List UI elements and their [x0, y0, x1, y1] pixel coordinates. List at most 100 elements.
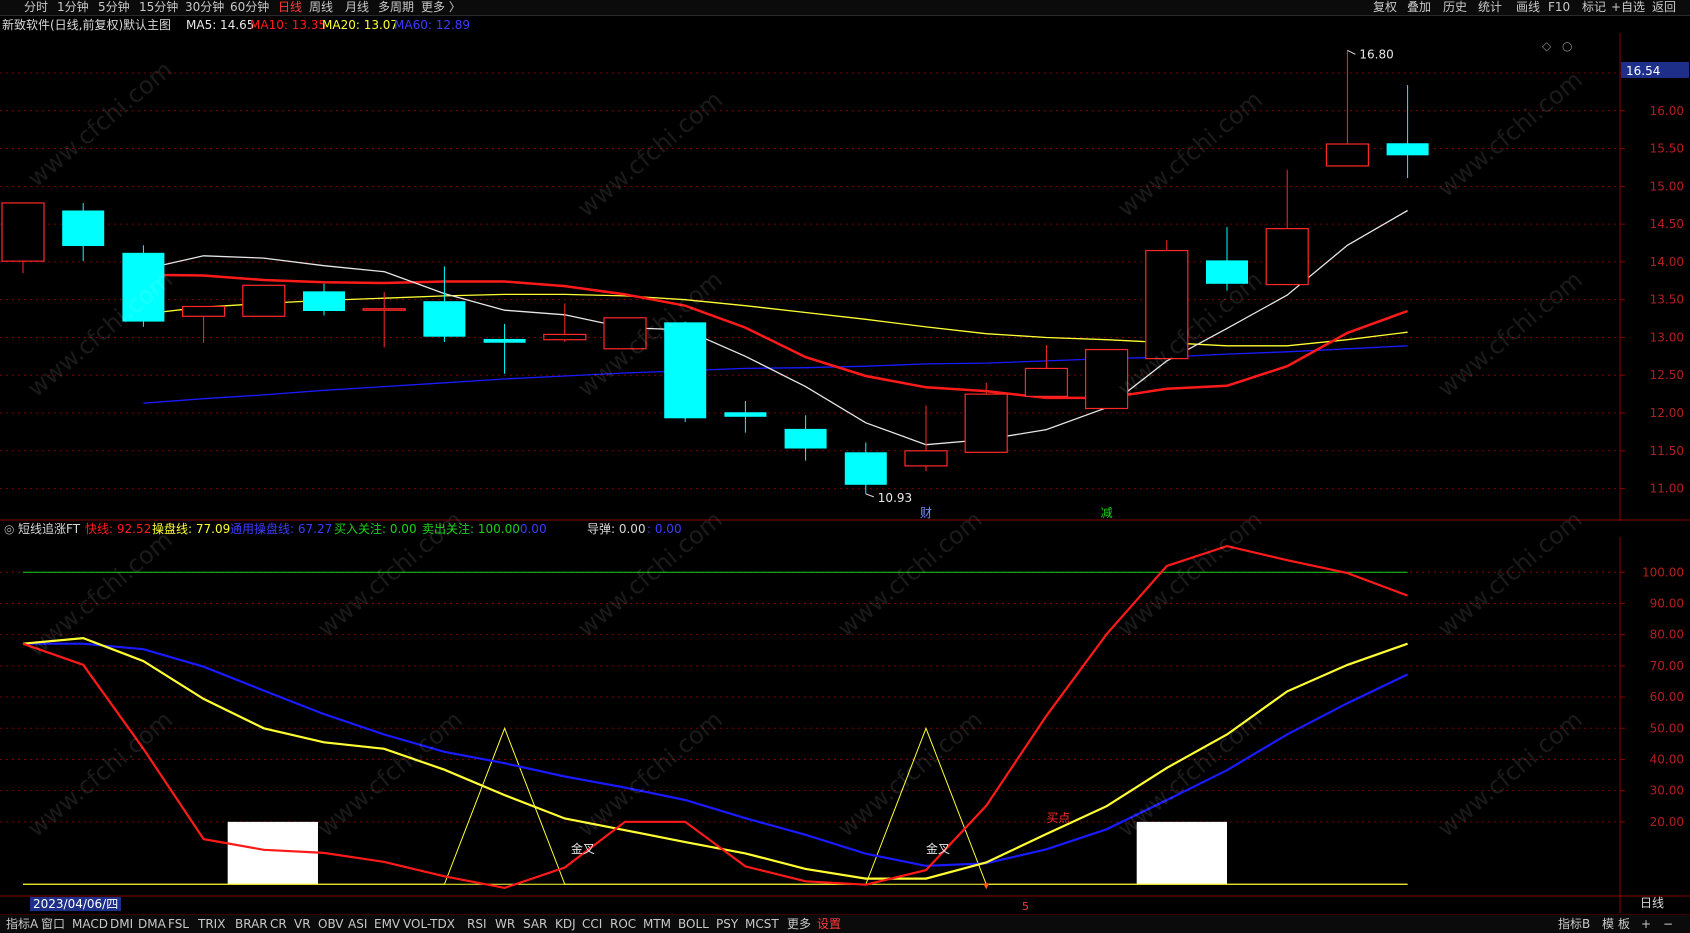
toolbar-item-2[interactable]: 历史	[1443, 0, 1467, 15]
candle	[122, 245, 165, 327]
bottom-right-item-3[interactable]: +	[1641, 916, 1651, 932]
event-marker-jian: 减	[1101, 506, 1113, 520]
indicator-tab-20[interactable]: MTM	[643, 916, 671, 932]
period-tab-10[interactable]: 更多 〉	[421, 0, 461, 15]
price-tick-label: 13.00	[1650, 330, 1684, 344]
price-tick-label: 14.50	[1650, 217, 1684, 231]
indicator-tab-8[interactable]: CR	[270, 916, 287, 932]
sell-watch-value: 卖出关注: 100.00	[422, 522, 520, 536]
candle	[603, 317, 647, 350]
indicator-tab-12[interactable]: EMV	[374, 916, 400, 932]
bottom-tab-bar: 指标A 窗口 MACD DMI DMA FSL TRIX BRAR CR VR OBV ASI EMV V…	[0, 914, 1690, 933]
bottom-right-item-0[interactable]: 指标B	[1558, 916, 1590, 932]
period-tab-6[interactable]: 日线	[278, 0, 302, 15]
extra-value-1: : 0.00	[512, 522, 547, 536]
candle-body	[964, 393, 1008, 453]
circle-icon: ○	[1562, 39, 1572, 53]
low-price-label: 10.93	[878, 491, 912, 505]
candle-body	[1386, 143, 1429, 156]
candle	[242, 284, 286, 317]
candle-body	[784, 428, 827, 449]
period-tab-5[interactable]: 60分钟	[230, 0, 269, 15]
period-tab-1[interactable]: 1分钟	[57, 0, 89, 15]
candle-body	[543, 333, 587, 341]
toolbar-item-5[interactable]: F10	[1548, 0, 1570, 15]
period-tab-0[interactable]: 分时	[24, 0, 48, 15]
price-tick-label: 15.00	[1650, 179, 1684, 193]
period-tab-9[interactable]: 多周期	[378, 0, 414, 15]
indicator-tab-0[interactable]: 指标A	[6, 916, 38, 932]
indicator-tab-13[interactable]: VOL-TDX	[403, 916, 455, 932]
bottom-right-item-4[interactable]: −	[1663, 916, 1673, 932]
candle	[1024, 345, 1069, 397]
ma5-line	[143, 209, 1408, 446]
high-price-label: 16.80	[1359, 47, 1393, 61]
candle	[303, 283, 345, 316]
diamond-icon: ◇	[1542, 39, 1552, 53]
candle-body	[62, 210, 105, 247]
indicator-tab-14[interactable]: RSI	[467, 916, 487, 932]
indicator-tab-6[interactable]: TRIX	[198, 916, 225, 932]
indicator-tab-22[interactable]: PSY	[716, 916, 738, 932]
toolbar-item-3[interactable]: 统计	[1478, 0, 1502, 15]
indicator-title[interactable]: 短线追涨FT	[18, 521, 80, 537]
indicator-tick-label: 30.00	[1650, 784, 1684, 798]
price-chart[interactable]: 16.5016.0015.5015.0014.5014.0013.5013.00…	[0, 33, 1690, 521]
toolbar-item-8[interactable]: 返回	[1652, 0, 1676, 15]
candle	[483, 323, 526, 374]
candle-body	[303, 291, 345, 312]
indicator-chart[interactable]: 100.00 90.00 80.00 70.00 60.00 50.00 40.00 30.0…	[0, 537, 1690, 913]
toolbar-item-4[interactable]: 画线	[1516, 0, 1540, 15]
ma60-value: MA60: 12.89	[394, 18, 471, 32]
period-label: 日线	[1640, 896, 1664, 910]
toolbar-item-6[interactable]: 标记	[1582, 0, 1606, 15]
toolbar-item-1[interactable]: 叠加	[1407, 0, 1431, 15]
period-tab-8[interactable]: 月线	[345, 0, 369, 15]
indicator-tab-17[interactable]: KDJ	[555, 916, 576, 932]
indicator-tab-10[interactable]: OBV	[318, 916, 344, 932]
indicator-tab-1[interactable]: 窗口	[41, 916, 65, 932]
indicator-tab-18[interactable]: CCI	[582, 916, 602, 932]
indicator-tab-5[interactable]: FSL	[168, 916, 189, 932]
indicator-tick-label: 70.00	[1650, 659, 1684, 673]
toolbar-item-0[interactable]: 复权	[1373, 0, 1397, 15]
indicator-tab-24[interactable]: 更多	[787, 916, 811, 932]
high-pointer	[1347, 49, 1356, 55]
indicator-tab-4[interactable]: DMA	[138, 916, 166, 932]
indicator-tab-25[interactable]: 设置	[817, 916, 841, 932]
candle-body	[724, 412, 767, 417]
indicator-tab-7[interactable]: BRAR	[235, 916, 268, 932]
period-tab-2[interactable]: 5分钟	[98, 0, 130, 15]
candle	[1206, 227, 1248, 291]
candle-body	[242, 284, 286, 317]
indicator-tab-3[interactable]: DMI	[110, 916, 133, 932]
price-tick-label: 14.00	[1650, 255, 1684, 269]
event-marker-cai: 财	[920, 506, 932, 520]
indicator-tab-2[interactable]: MACD	[72, 916, 108, 932]
price-tick-label: 11.50	[1650, 444, 1684, 458]
indicator-tab-19[interactable]: ROC	[610, 916, 636, 932]
indicator-tab-23[interactable]: MCST	[745, 916, 779, 932]
price-tick-label: 13.50	[1650, 293, 1684, 307]
candle	[844, 442, 887, 494]
indicator-tab-11[interactable]: ASI	[348, 916, 367, 932]
indicator-tab-15[interactable]: WR	[495, 916, 515, 932]
period-tab-4[interactable]: 30分钟	[185, 0, 224, 15]
template-name[interactable]: 默认主图	[123, 17, 171, 33]
indicator-tab-21[interactable]: BOLL	[678, 916, 709, 932]
indicator-tick-label: 90.00	[1650, 596, 1684, 610]
candle	[1145, 239, 1189, 360]
indicator-tab-9[interactable]: VR	[294, 916, 311, 932]
bottom-right-item-2[interactable]: 板	[1618, 916, 1630, 932]
price-tick-label: 15.50	[1650, 142, 1684, 156]
period-tab-3[interactable]: 15分钟	[139, 0, 178, 15]
toolbar-item-7[interactable]: +自选	[1611, 0, 1645, 15]
control-line-value: 操盘线: 77.09	[152, 522, 231, 536]
period-tab-7[interactable]: 周线	[309, 0, 333, 15]
indicator-tab-16[interactable]: SAR	[523, 916, 547, 932]
collapse-icon[interactable]: ◎	[4, 521, 14, 537]
stock-title: 新致软件(日线,前复权)	[2, 18, 124, 32]
bottom-right-item-1[interactable]: 模	[1602, 916, 1614, 932]
candle	[62, 202, 105, 262]
candle-body	[1325, 143, 1370, 167]
